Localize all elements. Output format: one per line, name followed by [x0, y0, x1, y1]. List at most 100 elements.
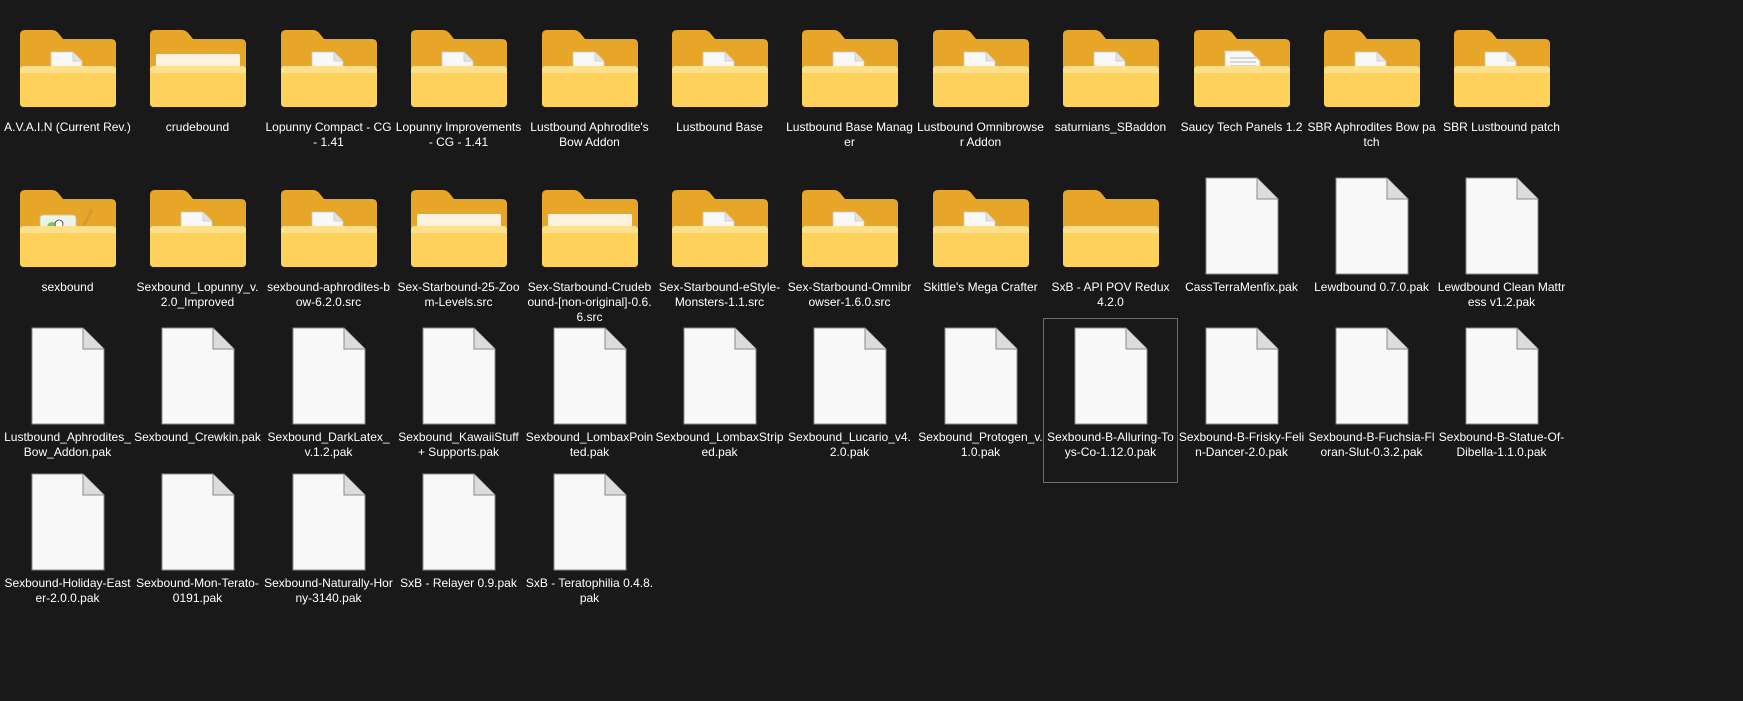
item-label: Sexbound-B-Fuchsia-Floran-Slut-0.3.2.pak	[1308, 430, 1435, 459]
folder-with-document-icon	[1044, 9, 1177, 117]
folder-with-document-icon	[523, 9, 656, 117]
item-label: Sexbound_Protogen_v.1.0.pak	[918, 430, 1043, 459]
file-icon	[1175, 169, 1308, 277]
file-icon	[1, 319, 134, 427]
folder-item[interactable]: SBR Lustbound patch	[1434, 8, 1569, 173]
folder-with-document-icon	[1305, 9, 1438, 117]
folder-item[interactable]: Sex-Starbound-Crudebound-[non-original]-…	[522, 168, 657, 333]
item-label: Sexbound-Naturally-Horny-3140.pak	[264, 576, 393, 605]
item-label: crudebound	[165, 120, 230, 134]
file-item[interactable]: CassTerraMenfix.pak	[1174, 168, 1309, 333]
file-item[interactable]: Lewdbound 0.7.0.pak	[1304, 168, 1439, 333]
file-icon	[131, 319, 264, 427]
item-label: Saucy Tech Panels 1.2	[1180, 120, 1303, 134]
item-label: Lustbound_Aphrodites_Bow_Addon.pak	[4, 430, 131, 459]
file-item[interactable]: Lewdbound Clean Mattress v1.2.pak	[1434, 168, 1569, 333]
file-icon	[1175, 319, 1308, 427]
item-label: sexbound	[41, 280, 94, 294]
file-item[interactable]: Sexbound-B-Alluring-Toys-Co-1.12.0.pak	[1043, 318, 1178, 483]
folder-with-document-icon	[653, 9, 786, 117]
item-label: SxB - API POV Redux 4.2.0	[1051, 280, 1170, 309]
file-item[interactable]: Sexbound_LombaxPointed.pak	[522, 318, 657, 483]
folder-with-document-icon	[653, 169, 786, 277]
file-item[interactable]: Sexbound-B-Fuchsia-Floran-Slut-0.3.2.pak	[1304, 318, 1439, 483]
file-grid: A.V.A.I.N (Current Rev.) crudebound Lopu…	[0, 0, 1743, 701]
file-item[interactable]: Sexbound_Crewkin.pak	[130, 318, 265, 483]
item-label: Sexbound-B-Frisky-Felin-Dancer-2.0.pak	[1178, 430, 1305, 459]
file-icon	[653, 319, 786, 427]
file-icon	[262, 319, 395, 427]
file-item[interactable]: Sexbound-B-Statue-Of-Dibella-1.1.0.pak	[1434, 318, 1569, 483]
item-label: Sexbound-Mon-Terato-0191.pak	[136, 576, 259, 605]
file-icon	[914, 319, 1047, 427]
folder-item[interactable]: saturnians_SBaddon	[1043, 8, 1178, 173]
item-label: Sexbound_Crewkin.pak	[134, 430, 261, 444]
file-item[interactable]: Sexbound-Naturally-Horny-3140.pak	[261, 464, 396, 629]
item-label: Lopunny Compact - CG - 1.41	[265, 120, 392, 149]
item-label: Sexbound-Holiday-Easter-2.0.0.pak	[4, 576, 131, 605]
folder-item[interactable]: SBR Aphrodites Bow patch	[1304, 8, 1439, 173]
folder-item[interactable]: Sex-Starbound-eStyle-Monsters-1.1.src	[652, 168, 787, 333]
folder-item[interactable]: Lustbound Base	[652, 8, 787, 173]
folder-with-document-icon	[914, 9, 1047, 117]
folder-item[interactable]: Sex-Starbound-Omnibrowser-1.6.0.src	[782, 168, 917, 333]
file-item[interactable]: Lustbound_Aphrodites_Bow_Addon.pak	[0, 318, 135, 483]
item-label: Lustbound Base	[676, 120, 763, 134]
file-item[interactable]: Sexbound_DarkLatex_v.1.2.pak	[261, 318, 396, 483]
item-label: SxB - Teratophilia 0.4.8.pak	[525, 576, 654, 605]
item-label: Sexbound_LombaxStriped.pak	[655, 430, 784, 459]
folder-item[interactable]: crudebound	[130, 8, 265, 173]
folder-item[interactable]: Saucy Tech Panels 1.2	[1174, 8, 1309, 173]
item-label: Lewdbound 0.7.0.pak	[1314, 280, 1429, 294]
item-label: Sex-Starbound-25-Zoom-Levels.src	[397, 280, 520, 309]
folder-with-text-document-icon	[1175, 9, 1308, 117]
folder-item[interactable]: Lustbound Aphrodite's Bow Addon	[522, 8, 657, 173]
folder-item[interactable]: Lopunny Compact - CG - 1.41	[261, 8, 396, 173]
item-label: Skittle's Mega Crafter	[923, 280, 1038, 294]
folder-with-document-icon	[1435, 9, 1568, 117]
file-icon	[1435, 319, 1568, 427]
item-label: SxB - Relayer 0.9.pak	[400, 576, 517, 590]
file-item[interactable]: Sexbound_Lucario_v4.2.0.pak	[782, 318, 917, 483]
file-icon	[1305, 169, 1438, 277]
file-icon	[523, 465, 656, 573]
item-label: A.V.A.I.N (Current Rev.)	[4, 120, 131, 134]
folder-item[interactable]: SxB - API POV Redux 4.2.0	[1043, 168, 1178, 333]
folder-with-document-icon	[1, 9, 134, 117]
folder-item[interactable]: Lustbound Base Manager	[782, 8, 917, 173]
item-label: Sexbound_KawaiiStuff + Supports.pak	[398, 430, 519, 459]
empty-folder-icon	[1044, 169, 1177, 277]
file-item[interactable]: Sexbound-Holiday-Easter-2.0.0.pak	[0, 464, 135, 629]
file-item[interactable]: SxB - Teratophilia 0.4.8.pak	[522, 464, 657, 629]
item-label: Sex-Starbound-Omnibrowser-1.6.0.src	[787, 280, 912, 309]
folder-item[interactable]: Sex-Starbound-25-Zoom-Levels.src	[391, 168, 526, 333]
file-icon	[392, 319, 525, 427]
item-label: Lustbound Aphrodite's Bow Addon	[530, 120, 649, 149]
file-icon	[1, 465, 134, 573]
folder-item[interactable]: Sexbound_Lopunny_v.2.0_Improved	[130, 168, 265, 333]
item-label: Sexbound_Lopunny_v.2.0_Improved	[136, 280, 259, 309]
file-icon	[1435, 169, 1568, 277]
file-item[interactable]: Sexbound-Mon-Terato-0191.pak	[130, 464, 265, 629]
file-icon	[523, 319, 656, 427]
file-item[interactable]: Sexbound_Protogen_v.1.0.pak	[913, 318, 1048, 483]
folder-item[interactable]: Lopunny Improvements - CG - 1.41	[391, 8, 526, 173]
file-item[interactable]: Sexbound_KawaiiStuff + Supports.pak	[391, 318, 526, 483]
item-label: Sexbound_DarkLatex_v.1.2.pak	[267, 430, 390, 459]
folder-icon	[523, 169, 656, 277]
item-label: Lustbound Base Manager	[786, 120, 913, 149]
item-label: CassTerraMenfix.pak	[1185, 280, 1298, 294]
file-item[interactable]: Sexbound-B-Frisky-Felin-Dancer-2.0.pak	[1174, 318, 1309, 483]
folder-item[interactable]: Lustbound Omnibrowser Addon	[913, 8, 1048, 173]
folder-with-document-icon	[131, 169, 264, 277]
file-item[interactable]: SxB - Relayer 0.9.pak	[391, 464, 526, 629]
item-label: Lustbound Omnibrowser Addon	[917, 120, 1044, 149]
file-item[interactable]: Sexbound_LombaxStriped.pak	[652, 318, 787, 483]
item-label: Sexbound-B-Alluring-Toys-Co-1.12.0.pak	[1047, 430, 1174, 459]
folder-item[interactable]: Skittle's Mega Crafter	[913, 168, 1048, 333]
item-label: Sexbound_Lucario_v4.2.0.pak	[788, 430, 911, 459]
folder-with-document-icon	[783, 169, 916, 277]
folder-item[interactable]: sexbound-aphrodites-bow-6.2.0.src	[261, 168, 396, 333]
folder-item[interactable]: sexbound	[0, 168, 135, 333]
folder-item[interactable]: A.V.A.I.N (Current Rev.)	[0, 8, 135, 173]
